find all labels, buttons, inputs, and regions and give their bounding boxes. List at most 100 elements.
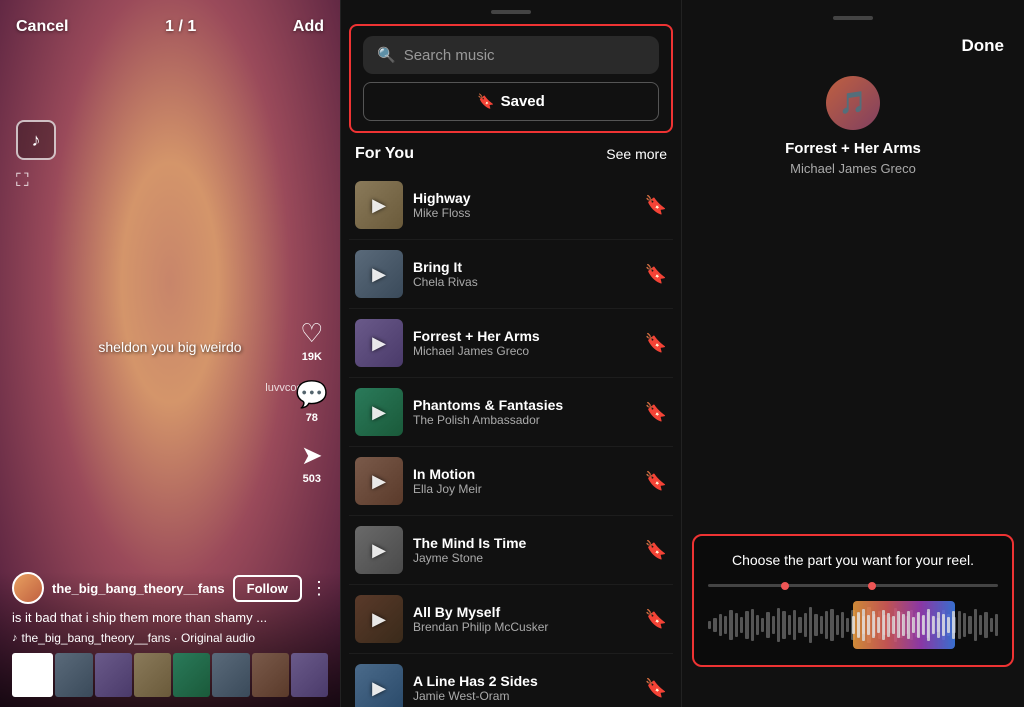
search-box[interactable]: 🔍 Search music (363, 36, 659, 74)
waveform-bar (984, 612, 987, 638)
search-input[interactable]: Search music (404, 47, 645, 64)
play-icon: ▶ (372, 540, 386, 561)
done-button[interactable]: Done (962, 36, 1005, 56)
trim-label: Choose the part you want for your reel. (708, 552, 998, 568)
thumb-0 (12, 653, 53, 697)
waveform-selected-bar (907, 611, 910, 640)
video-top-bar: Cancel 1 / 1 Add (0, 0, 340, 46)
video-panel: Cancel 1 / 1 Add ♪ ⛶ sheldon you big wei… (0, 0, 340, 707)
trim-top-bar: Done (682, 36, 1024, 56)
music-item[interactable]: ▶ Highway Mike Floss 🔖 (349, 171, 673, 240)
music-item[interactable]: ▶ Phantoms & Fantasies The Polish Ambass… (349, 378, 673, 447)
music-thumb: ▶ (355, 319, 403, 367)
music-artist: Ella Joy Meir (413, 482, 635, 496)
music-title: Phantoms & Fantasies (413, 397, 635, 413)
thumb-1 (55, 653, 92, 697)
bookmark-button[interactable]: 🔖 (645, 471, 667, 492)
waveform-bar (820, 616, 823, 634)
cancel-button[interactable]: Cancel (16, 18, 68, 36)
more-options-icon[interactable]: ⋮ (310, 578, 328, 599)
trim-end-marker[interactable] (868, 582, 876, 590)
trim-progress-bar[interactable] (708, 584, 998, 587)
waveform-selection[interactable] (853, 601, 955, 649)
waveform-selected-bar (892, 616, 895, 634)
music-item[interactable]: ▶ All By Myself Brendan Philip McCusker … (349, 585, 673, 654)
drag-handle (491, 10, 531, 14)
resize-icon[interactable]: ⛶ (16, 170, 29, 191)
music-item[interactable]: ▶ A Line Has 2 Sides Jamie West-Oram 🔖 (349, 654, 673, 707)
see-more-link[interactable]: See more (606, 146, 667, 162)
bookmark-button[interactable]: 🔖 (645, 264, 667, 285)
track-title: Forrest + Her Arms (785, 140, 921, 157)
music-list: ▶ Highway Mike Floss 🔖 ▶ Bring It Chela … (341, 171, 681, 707)
waveform-bar (958, 611, 961, 639)
waveform-bar (979, 615, 982, 635)
music-item[interactable]: ▶ Forrest + Her Arms Michael James Greco… (349, 309, 673, 378)
video-counter: 1 / 1 (165, 18, 196, 36)
track-avatar: 🎵 (826, 76, 880, 130)
music-note-icon[interactable]: ♪ (16, 120, 56, 160)
add-button[interactable]: Add (293, 18, 324, 36)
play-icon: ▶ (372, 264, 386, 285)
waveform-selected-bar (942, 614, 945, 636)
music-item[interactable]: ▶ The Mind Is Time Jayme Stone 🔖 (349, 516, 673, 585)
waveform-selected-bar (897, 611, 900, 638)
trim-start-marker[interactable] (781, 582, 789, 590)
thumb-4 (173, 653, 210, 697)
waveform-bar (793, 610, 796, 640)
waveform-selected-bar (912, 617, 915, 633)
waveform-bar (724, 616, 727, 634)
section-header: For You See more (341, 133, 681, 171)
waveform-bar (772, 616, 775, 634)
user-row: the_big_bang_theory__fans Follow ⋮ (12, 572, 328, 604)
search-area: 🔍 Search music 🔖 Saved (349, 24, 673, 133)
music-thumb: ▶ (355, 457, 403, 505)
thumb-5 (212, 653, 249, 697)
waveform-bar (782, 611, 785, 639)
follow-button[interactable]: Follow (233, 575, 302, 602)
waveform-selected-bar (882, 610, 885, 641)
music-title: Forrest + Her Arms (413, 328, 635, 344)
waveform-bar (804, 613, 807, 637)
thumb-3 (134, 653, 171, 697)
comment-action[interactable]: 💬 78 (296, 379, 328, 424)
comment-count: 78 (306, 412, 318, 424)
saved-label: Saved (501, 93, 545, 110)
audio-row: ♪ the_big_bang_theory__fans · Original a… (12, 631, 328, 645)
video-caption-overlay: sheldon you big weirdo (98, 339, 241, 355)
caption-text: is it bad that i ship them more than sha… (12, 610, 328, 625)
bookmark-button[interactable]: 🔖 (645, 195, 667, 216)
music-thumb: ▶ (355, 595, 403, 643)
bookmark-button[interactable]: 🔖 (645, 609, 667, 630)
waveform-selected-bar (947, 617, 950, 633)
music-info: Highway Mike Floss (413, 190, 635, 220)
bookmark-button[interactable]: 🔖 (645, 540, 667, 561)
trim-drag-handle (833, 16, 873, 20)
waveform-bar (766, 612, 769, 638)
track-artist: Michael James Greco (790, 161, 916, 176)
bookmark-button[interactable]: 🔖 (645, 678, 667, 699)
waveform-bar (740, 617, 743, 633)
music-item[interactable]: ▶ Bring It Chela Rivas 🔖 (349, 240, 673, 309)
share-action[interactable]: ➤ 503 (301, 440, 323, 485)
waveform[interactable] (708, 601, 998, 649)
waveform-bar (798, 617, 801, 633)
music-artist: Mike Floss (413, 206, 635, 220)
waveform-bar (788, 615, 791, 635)
trim-area: Choose the part you want for your reel. (692, 534, 1014, 667)
music-info: A Line Has 2 Sides Jamie West-Oram (413, 673, 635, 703)
saved-button[interactable]: 🔖 Saved (363, 82, 659, 121)
music-item[interactable]: ▶ In Motion Ella Joy Meir 🔖 (349, 447, 673, 516)
bookmark-button[interactable]: 🔖 (645, 333, 667, 354)
music-artist: Jayme Stone (413, 551, 635, 565)
waveform-selected-bar (952, 611, 955, 640)
bookmark-button[interactable]: 🔖 (645, 402, 667, 423)
like-action[interactable]: ♡ 19K (300, 318, 323, 363)
play-icon: ▶ (372, 402, 386, 423)
waveform-bar (809, 607, 812, 643)
music-info: The Mind Is Time Jayme Stone (413, 535, 635, 565)
music-title: Highway (413, 190, 635, 206)
waveform-bar (968, 616, 971, 634)
music-title: The Mind Is Time (413, 535, 635, 551)
waveform-selected-bar (862, 609, 865, 641)
